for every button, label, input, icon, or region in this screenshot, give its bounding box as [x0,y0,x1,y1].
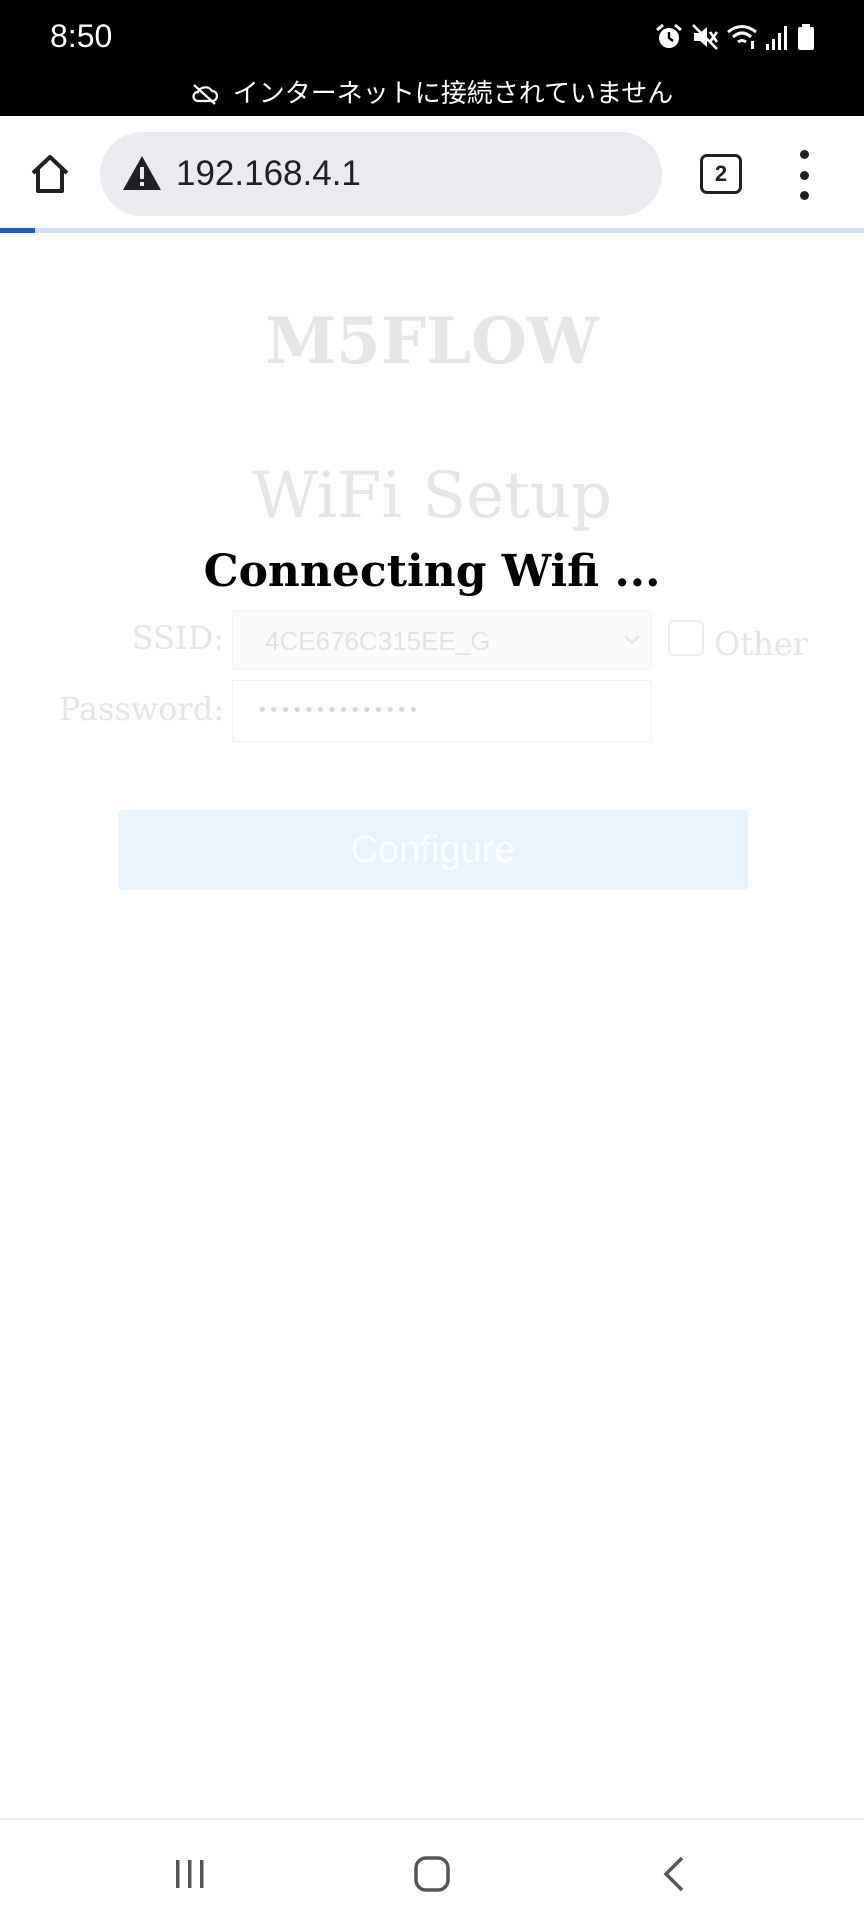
status-icons [654,18,816,56]
ssid-label: SSID: [131,619,224,657]
more-vert-icon [799,150,809,159]
connecting-message: Connecting Wifi ... [203,546,661,597]
address-bar[interactable]: 192.168.4.1 [100,132,662,216]
offline-banner: インターネットに接続されていません [0,74,864,114]
chevron-down-icon [624,635,640,645]
home-icon[interactable] [412,1854,452,1894]
home-button[interactable] [20,146,80,202]
ssid-select[interactable]: 4CE676C315EE_G [232,610,652,670]
offline-message: インターネットに接続されていません [232,79,674,109]
system-nav-bar [0,1818,864,1920]
status-bar: 8:50 インターネットに接続されていません [0,0,864,116]
back-icon[interactable] [658,1854,688,1894]
setup-title: WiFi Setup [252,459,612,533]
battery-icon [798,24,814,50]
home-icon [31,155,69,193]
ssid-selected-value: 4CE676C315EE_G [265,626,491,656]
wifi-icon [727,25,757,49]
tab-count: 2 [714,161,728,186]
cloud-off-icon [192,84,218,105]
browser-toolbar: 192.168.4.1 2 [0,116,864,230]
password-input[interactable]: •••••••••••••• [232,680,652,742]
other-label: Other [714,625,808,663]
tab-switcher-button[interactable]: 2 [700,154,742,194]
status-time: 8:50 [50,18,113,54]
warning-icon[interactable] [122,154,162,192]
url-text[interactable]: 192.168.4.1 [176,150,361,198]
mute-icon [692,24,719,50]
signal-icon [766,26,787,50]
other-checkbox[interactable] [668,620,704,656]
page-load-progress-fill [0,228,35,233]
more-menu-button[interactable] [786,150,822,200]
page-load-progress [0,228,864,233]
recents-icon[interactable] [172,1856,208,1892]
configure-button[interactable]: Configure [118,810,748,890]
password-label: Password: [58,690,224,728]
alarm-icon [656,23,682,48]
password-masked-value: •••••••••••••• [257,700,420,721]
brand-title: M5FLOW [265,304,599,379]
